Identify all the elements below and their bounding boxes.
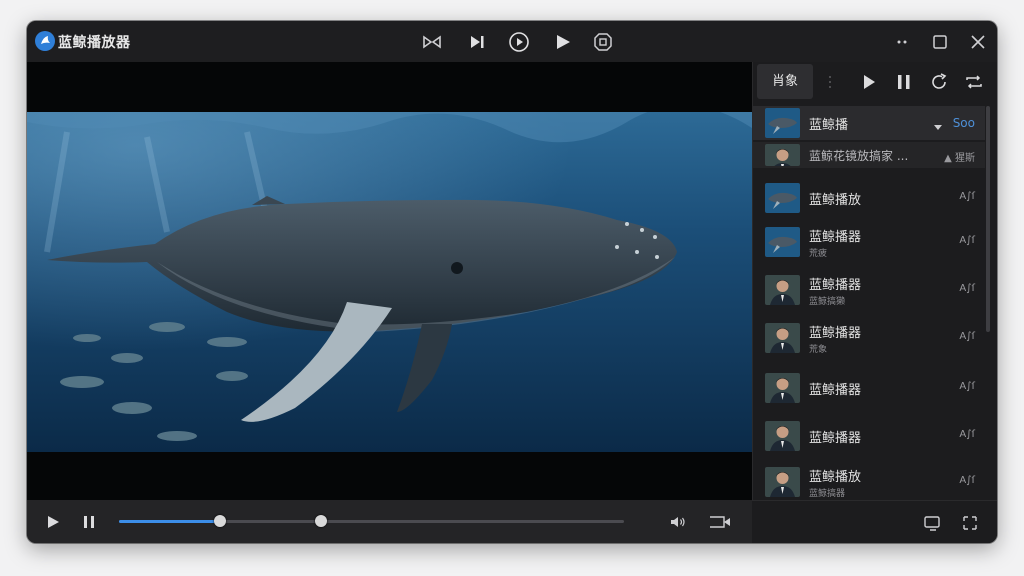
playlist-item-badge: A∫ſ [959,475,975,486]
playlist-footer [752,500,997,543]
whale-thumbnail [765,108,800,138]
video-frame-whale [27,112,752,452]
app-title: 蓝鲸播放器 [58,35,131,51]
picture-in-picture-icon[interactable] [922,513,942,533]
playlist-item-subtitle: 蓝鲸搞獭 [809,297,846,307]
person-thumbnail [765,421,800,451]
progress-track[interactable] [119,515,624,527]
play-icon[interactable] [552,31,574,53]
playlist-item[interactable]: 蓝鲸播器荒疲 A∫ſ [753,222,985,262]
cast-icon[interactable] [708,512,732,532]
person-thumbnail [765,373,800,403]
play-circle-icon[interactable] [508,31,530,53]
playlist-item-badge: A∫ſ [959,331,975,342]
player-window: 蓝鲸播放器 肖象 蓝鲸播 Soo 蓝鲸花镜放搞家 ... ▲ 猩斯 蓝鲸播放 A… [27,21,997,543]
playlist-item-badge: A∫ſ [959,429,975,440]
playlist-item[interactable]: 蓝鲸播器 A∫ſ [753,416,985,456]
person-thumbnail [765,144,800,166]
playlist-item[interactable]: 蓝鲸播 Soo [753,106,985,140]
playlist-item-badge: A∫ſ [959,283,975,294]
marker-handle[interactable] [315,515,327,527]
playlist-item[interactable]: 蓝鲸播放 A∫ſ [753,178,985,218]
playlist-item-title: 蓝鲸播器 [809,278,862,293]
playlist-item[interactable]: 蓝鲸播器 A∫ſ [753,368,985,408]
title-bar: 蓝鲸播放器 [27,21,997,62]
refresh-icon[interactable] [928,71,950,93]
next-icon[interactable] [466,31,488,53]
playlist-item-title: 蓝鲸播器 [809,383,862,398]
playlist-item-subtitle: 蓝鲸搞器 [809,489,846,499]
tab-playlist[interactable]: 肖象 [757,64,813,99]
maximize-icon[interactable] [930,32,950,52]
whale-thumbnail [765,183,800,213]
playlist-item[interactable]: 蓝鲸播器荒象 A∫ſ [753,318,985,358]
playlist-item[interactable]: 蓝鲸花镜放搞家 ... ▲ 猩斯 [753,142,985,168]
volume-icon[interactable] [668,512,688,532]
playlist-item[interactable]: 蓝鲸播器蓝鲸搞獭 A∫ſ [753,270,985,310]
playlist-item[interactable]: 蓝鲸播放蓝鲸搞器 A∫ſ [753,462,985,502]
whale-thumbnail [765,227,800,257]
pause-icon[interactable] [79,512,99,532]
playlist-item-badge: A∫ſ [959,235,975,246]
playlist-item-subtitle: 荒疲 [809,249,828,259]
playlist-item-title: 蓝鲸播放 [809,193,862,208]
rewind-icon[interactable] [421,31,443,53]
playlist-item-subtitle: 荒象 [809,345,828,355]
playlist-item-title: 蓝鲸播器 [809,431,862,446]
playlist-item-title: 蓝鲸播器 [809,230,862,245]
playlist-panel: 肖象 蓝鲸播 Soo 蓝鲸花镜放搞家 ... ▲ 猩斯 蓝鲸播放 A∫ſ 蓝鲸播器 荒疲 A∫ſ… [752,62,997,543]
chevron-down-icon[interactable] [933,117,943,130]
pause-icon[interactable] [893,71,915,93]
playlist-item-badge: A∫ſ [959,381,975,392]
playlist-item-badge: ▲ 猩斯 [944,153,975,164]
playlist-item-title: 蓝鲸播 [809,118,849,133]
playlist-header: 肖象 [753,62,997,101]
progress-fill [119,520,220,523]
playlist-item-badge: Soo [952,116,975,130]
person-thumbnail [765,323,800,353]
playlist-item-title: 蓝鲸花镜放搞家 ... [809,149,909,163]
app-logo-icon [35,31,55,51]
progress-handle[interactable] [214,515,226,527]
more-icon[interactable] [892,32,912,52]
person-thumbnail [765,467,800,497]
close-icon[interactable] [968,32,988,52]
screenshot-icon[interactable] [592,31,614,53]
repeat-icon[interactable] [963,71,985,93]
playlist-item-title: 蓝鲸播器 [809,326,862,341]
playlist-item-title: 蓝鲸播放 [809,470,862,485]
playlist-scrollbar[interactable] [986,106,990,332]
layout-grid-icon[interactable] [960,513,980,533]
person-thumbnail [765,275,800,305]
playlist-item-badge: A∫ſ [959,191,975,202]
play-icon[interactable] [858,71,880,93]
play-icon[interactable] [43,512,63,532]
drag-handle-icon[interactable] [824,71,836,93]
video-viewport[interactable] [27,62,752,500]
